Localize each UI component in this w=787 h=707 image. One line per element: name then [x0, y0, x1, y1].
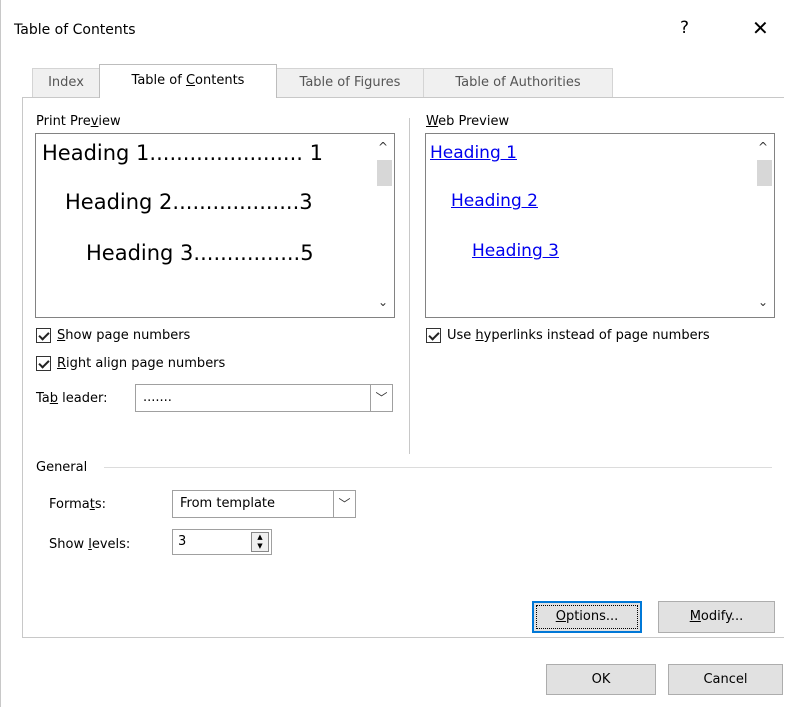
formats-value: From template	[180, 496, 276, 511]
print-preview-line-3: Heading 3................5	[86, 241, 314, 265]
options-button[interactable]: Options...	[532, 601, 642, 633]
formats-label: Formats:	[49, 497, 106, 512]
chevron-down-icon[interactable]: ⌄	[758, 295, 768, 309]
focus-ring	[536, 605, 638, 629]
scroll-thumb[interactable]	[757, 160, 772, 186]
print-preview-line-1: Heading 1....................... 1	[42, 141, 324, 165]
web-preview-scrollbar[interactable]: ^ ⌄	[755, 134, 774, 317]
web-preview-link-1[interactable]: Heading 1	[430, 143, 517, 163]
tab-leader-value: .......	[143, 390, 172, 405]
tab-index[interactable]: Index	[32, 68, 100, 97]
spin-up-icon[interactable]: ▲	[252, 533, 268, 542]
modify-button[interactable]: Modify...	[658, 601, 775, 633]
formats-select[interactable]: From template ﹀	[172, 490, 356, 518]
help-button[interactable]: ?	[680, 18, 689, 38]
show-page-numbers-checkbox[interactable]	[36, 328, 51, 343]
close-icon[interactable]: ✕	[752, 16, 769, 40]
spin-down-icon[interactable]: ▼	[252, 542, 268, 551]
hyperlinks-label: Use hyperlinks instead of page numbers	[447, 328, 710, 343]
cancel-button[interactable]: Cancel	[668, 664, 783, 695]
print-preview-scrollbar[interactable]: ^ ⌄	[375, 134, 394, 317]
print-preview-box[interactable]: Heading 1....................... 1 Headi…	[35, 133, 395, 318]
show-levels-stepper[interactable]: 3 ▲ ▼	[172, 529, 272, 555]
chevron-down-icon[interactable]: ⌄	[378, 295, 388, 309]
scroll-thumb[interactable]	[377, 160, 392, 186]
chevron-up-icon[interactable]: ^	[758, 140, 768, 154]
tab-label: Table of Contents	[131, 73, 245, 88]
web-preview-box[interactable]: Heading 1 Heading 2 Heading 3 ^ ⌄	[425, 133, 775, 318]
tab-leader-select[interactable]: ....... ﹀	[135, 384, 393, 412]
print-preview-line-2: Heading 2...................3	[65, 190, 313, 214]
show-levels-value: 3	[178, 534, 187, 549]
hyperlinks-checkbox[interactable]	[426, 328, 441, 343]
tab-leader-label: Tab leader:	[36, 391, 108, 406]
print-preview-label: Print Preview	[36, 114, 121, 129]
show-levels-label: Show levels:	[49, 537, 131, 552]
spin-buttons[interactable]: ▲ ▼	[251, 532, 269, 552]
tab-table-of-figures[interactable]: Table of Figures	[276, 68, 424, 97]
web-preview-label: Web Preview	[426, 114, 510, 129]
column-divider	[409, 118, 410, 454]
general-divider	[104, 467, 772, 468]
show-page-numbers-label: Show page numbers	[57, 328, 191, 343]
chevron-down-icon[interactable]: ﹀	[333, 491, 355, 517]
modify-label: Modify...	[689, 609, 744, 624]
chevron-up-icon[interactable]: ^	[378, 140, 388, 154]
tab-table-of-authorities[interactable]: Table of Authorities	[423, 68, 613, 97]
web-preview-link-3[interactable]: Heading 3	[472, 241, 559, 261]
right-align-checkbox[interactable]	[36, 356, 51, 371]
tab-table-of-contents[interactable]: Table of Contents	[99, 64, 277, 98]
chevron-down-icon[interactable]: ﹀	[370, 385, 392, 411]
right-align-label: Right align page numbers	[57, 356, 226, 371]
ok-button[interactable]: OK	[546, 664, 656, 695]
general-label: General	[36, 460, 88, 475]
window-left-border	[0, 0, 1, 707]
web-preview-link-2[interactable]: Heading 2	[451, 191, 538, 211]
dialog-title: Table of Contents	[14, 22, 136, 38]
